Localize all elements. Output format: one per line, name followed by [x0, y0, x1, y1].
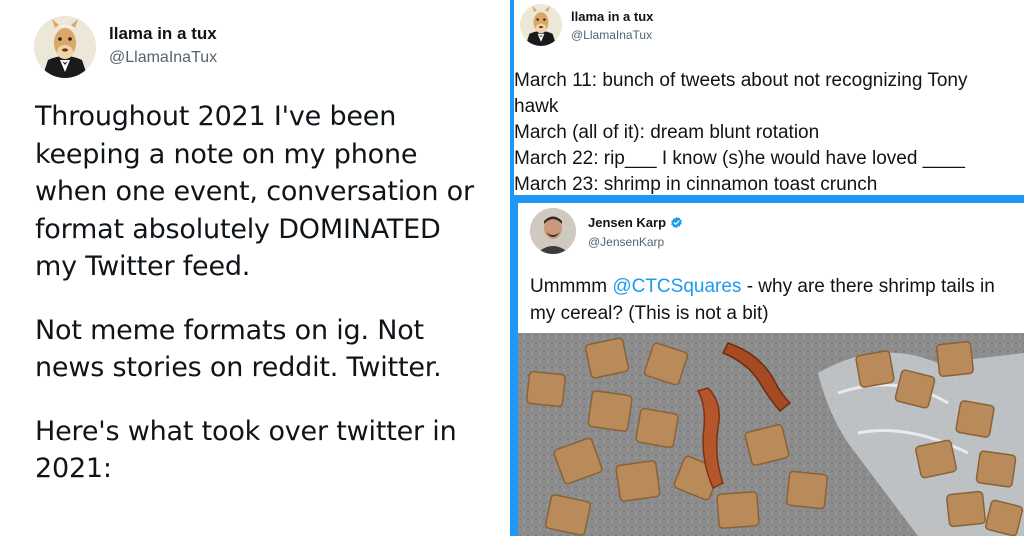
- note-tweet-card: llama in a tux @LlamaInaTux March 11: bu…: [514, 0, 1024, 195]
- user-handle[interactable]: @JensenKarp: [588, 235, 664, 249]
- jensen-avatar-icon[interactable]: [530, 208, 576, 254]
- display-name[interactable]: llama in a tux: [109, 24, 217, 44]
- tweet-paragraph-2: Not meme formats on ig. Not news stories…: [35, 314, 442, 384]
- quoted-tweet-card: Jensen Karp @JensenKarp Ummmm @CTCSquare…: [518, 203, 1024, 536]
- user-handle[interactable]: @LlamaInaTux: [571, 28, 652, 42]
- note-line: March 11: bunch of tweets about not reco…: [514, 70, 968, 91]
- note-list: March 11: bunch of tweets about not reco…: [514, 68, 1024, 195]
- tweet-text: Ummmm: [530, 276, 613, 297]
- note-line: March (all of it): dream blunt rotation: [514, 122, 820, 143]
- note-line: hawk: [514, 96, 559, 117]
- llama-avatar-icon[interactable]: [34, 16, 96, 78]
- note-line: March 23: shrimp in cinnamon toast crunc…: [514, 174, 878, 195]
- screenshot-collage: llama in a tux @LlamaInaTux March 11: bu…: [510, 0, 1024, 536]
- quoted-tweet-body: Ummmm @CTCSquares - why are there shrimp…: [530, 273, 1020, 327]
- verified-badge-icon: [671, 216, 682, 229]
- display-name-text[interactable]: Jensen Karp: [588, 215, 666, 230]
- mention-link[interactable]: @CTCSquares: [612, 276, 741, 297]
- cereal-photo[interactable]: [518, 333, 1024, 536]
- tweet-paragraph-1: Throughout 2021 I've been keeping a note…: [35, 101, 474, 282]
- display-name[interactable]: Jensen Karp: [588, 215, 683, 230]
- display-name[interactable]: llama in a tux: [571, 9, 653, 24]
- main-tweet: llama in a tux @LlamaInaTux Throughout 2…: [0, 0, 500, 536]
- user-handle[interactable]: @LlamaInaTux: [109, 49, 217, 67]
- note-line: March 22: rip___ I know (s)he would have…: [514, 148, 965, 169]
- llama-avatar-icon[interactable]: [520, 4, 562, 46]
- tweet-body: Throughout 2021 I've been keeping a note…: [35, 98, 490, 514]
- tweet-paragraph-3: Here's what took over twitter in 2021:: [35, 415, 457, 485]
